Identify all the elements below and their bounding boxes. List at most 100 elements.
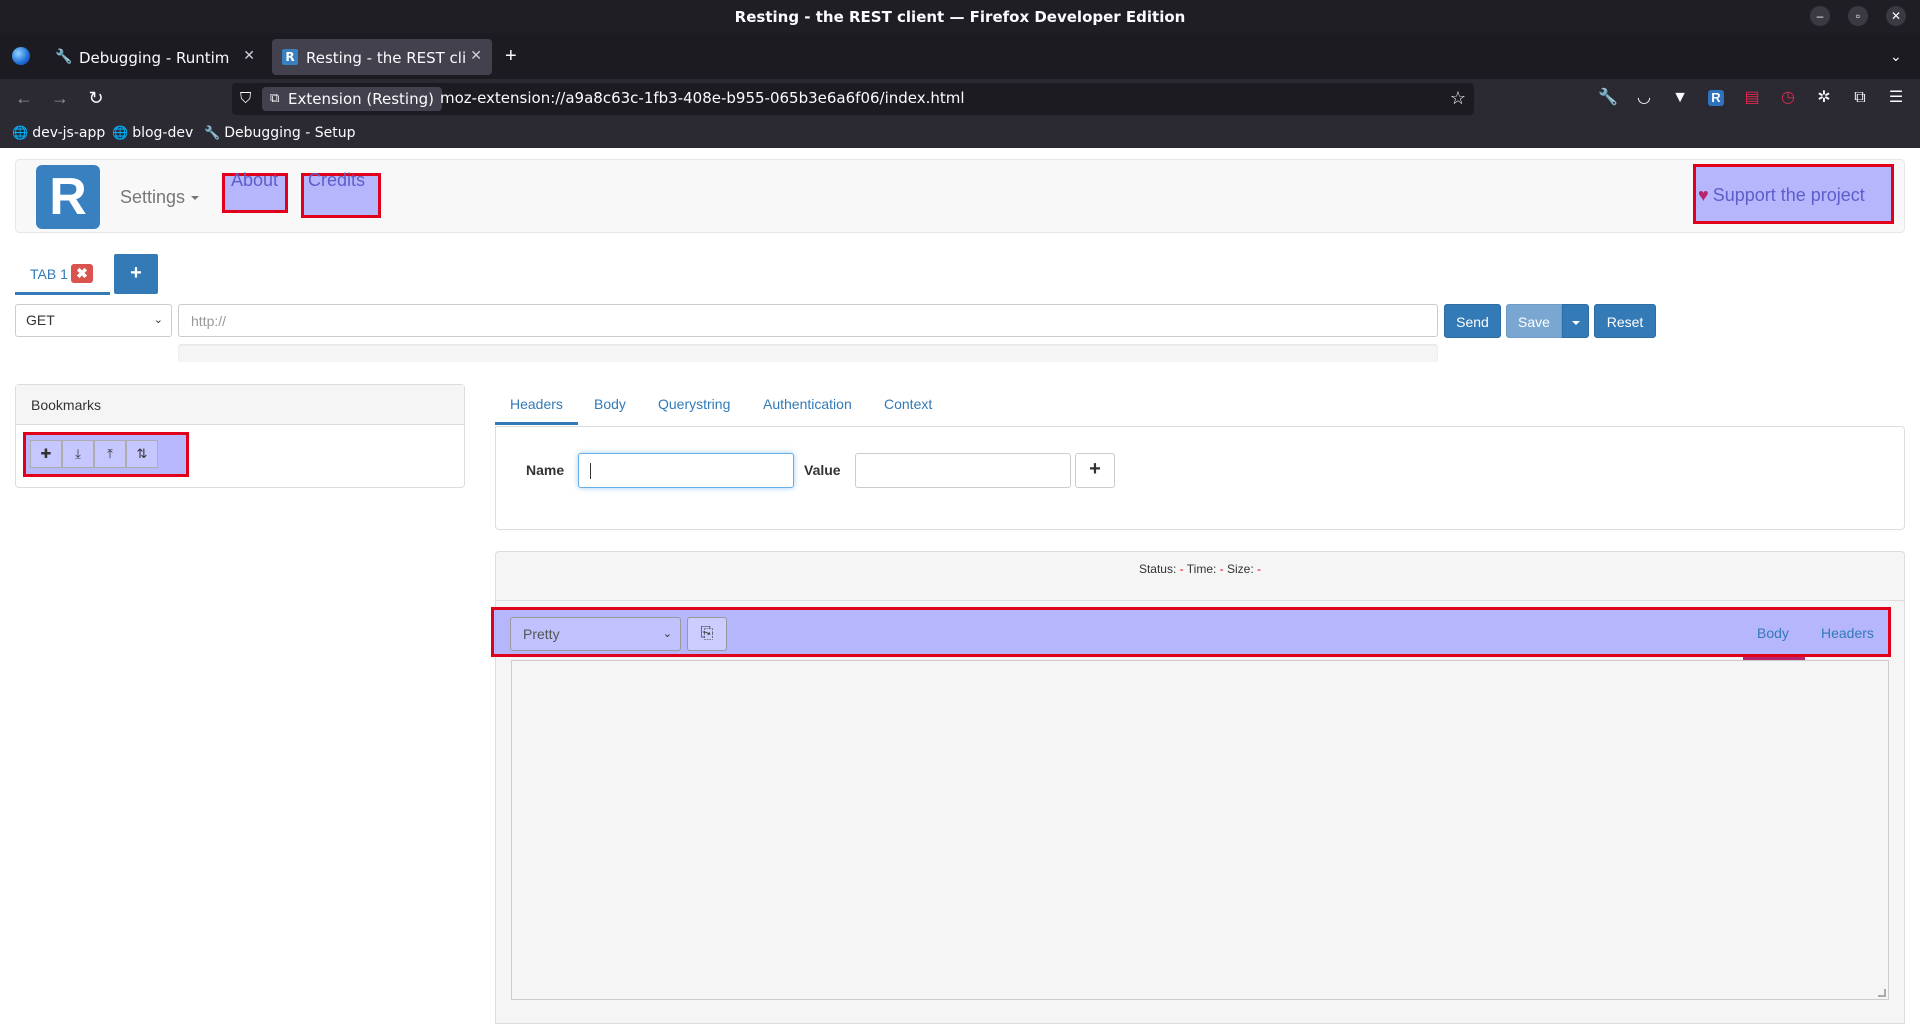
tab-authentication[interactable]: Authentication (763, 384, 852, 426)
close-tab-icon[interactable]: ✕ (470, 48, 482, 64)
settings-dropdown[interactable]: Settings (120, 160, 200, 234)
back-arrow-icon[interactable]: ← (14, 89, 34, 107)
bookmark-debugging-setup[interactable]: 🔧 Debugging - Setup (204, 125, 355, 141)
bookmark-star-icon[interactable]: ☆ (1450, 88, 1466, 109)
response-body-textarea[interactable] (511, 660, 1889, 1000)
close-window-button[interactable]: ✕ (1886, 6, 1906, 26)
send-button[interactable]: Send (1444, 304, 1501, 338)
chevron-down-icon: ⌄ (662, 628, 672, 640)
reset-button[interactable]: Reset (1594, 304, 1656, 338)
window-titlebar: Resting - the REST client — Firefox Deve… (0, 0, 1920, 33)
add-bookmark-icon[interactable]: ✚ (30, 440, 62, 468)
text-cursor (590, 463, 591, 479)
pocket-icon[interactable]: ◡ (1634, 88, 1654, 108)
extension-v-icon[interactable]: ▼ (1670, 88, 1690, 108)
format-value: Pretty (523, 626, 560, 642)
header-value-input[interactable] (855, 453, 1071, 488)
devtools-wrench-icon[interactable]: 🔧 (1598, 88, 1618, 108)
close-tab-icon[interactable]: ✕ (243, 48, 255, 64)
resting-favicon: R (282, 49, 298, 65)
about-link[interactable]: About (231, 143, 278, 217)
puzzle-icon: ⧉ (270, 91, 280, 106)
header-name-input[interactable] (578, 453, 794, 488)
support-project-link[interactable]: ♥ Support the project (1698, 158, 1865, 232)
clock-icon[interactable]: ◷ (1778, 88, 1798, 108)
caret-down-icon (1571, 321, 1580, 326)
header-name-label: Name (526, 462, 565, 478)
forward-arrow-icon[interactable]: → (50, 89, 70, 107)
status-value: - (1179, 562, 1184, 576)
response-tab-headers[interactable]: Headers (1821, 607, 1874, 657)
resting-logo[interactable]: R (36, 165, 100, 229)
credits-link[interactable]: Credits (308, 143, 365, 217)
tab-querystring[interactable]: Querystring (658, 384, 730, 426)
import-icon[interactable]: ⤓ (62, 440, 94, 468)
add-header-button[interactable]: + (1075, 453, 1115, 488)
browser-tab-resting[interactable]: R Resting - the REST client ✕ (272, 39, 492, 75)
extensions-icon[interactable]: ⧉ (1850, 88, 1870, 108)
resting-app: R Settings About Credits ♥ Support the pr… (0, 148, 1920, 1024)
url-bar[interactable]: ⛉ ⧉ Extension (Resting) moz-extension://… (232, 83, 1474, 115)
reload-icon[interactable]: ↻ (86, 89, 106, 107)
tab-context[interactable]: Context (884, 384, 932, 426)
size-value: - (1257, 562, 1262, 576)
active-tab-indicator (495, 422, 578, 425)
resting-extension-icon[interactable]: R (1708, 90, 1724, 106)
close-request-tab-icon[interactable]: ✖ (71, 264, 93, 283)
bookmark-blog-dev[interactable]: 🌐 blog-dev (112, 125, 193, 141)
url-text[interactable]: moz-extension://a9a8c63c-1fb3-408e-b955-… (440, 89, 965, 107)
restore-button[interactable]: ▫ (1848, 6, 1868, 26)
new-tab-button[interactable]: + (505, 46, 517, 66)
shield-icon[interactable]: ⛉ (240, 90, 256, 108)
sort-icon[interactable]: ⇅ (126, 440, 158, 468)
tab-label: Resting - the REST client (306, 49, 466, 67)
export-icon[interactable]: ⤒ (94, 440, 126, 468)
bookmarks-title: Bookmarks (16, 385, 464, 425)
tab-label: Debugging - Runtime / th (79, 49, 229, 67)
puzzle-extension-icon[interactable]: ✲ (1814, 88, 1834, 108)
browser-tab-bar: 🔧 Debugging - Runtime / th ✕ R Resting -… (0, 33, 1920, 79)
method-select[interactable]: GET ⌄ (15, 304, 172, 337)
chevron-down-icon: ⌄ (153, 314, 163, 326)
resize-handle-icon[interactable] (1878, 989, 1886, 997)
bookmarks-tools: ✚ ⤓ ⤒ ⇅ (20, 429, 188, 474)
bookmark-dev-js-app[interactable]: 🌐 dev-js-app (12, 125, 105, 141)
list-all-tabs-chevron-icon[interactable]: ⌄ (1890, 48, 1902, 65)
extension-label: Extension (Resting) (288, 90, 434, 108)
extension-identity-chip[interactable]: ⧉ Extension (Resting) (262, 87, 442, 111)
copy-icon[interactable]: ⎘ (687, 617, 727, 651)
save-button[interactable]: Save (1506, 304, 1562, 338)
size-label: Size: (1227, 562, 1254, 576)
settings-label: Settings (120, 187, 186, 207)
globe-icon: 🌐 (112, 126, 129, 141)
time-value: - (1219, 562, 1224, 576)
hamburger-menu-icon[interactable]: ☰ (1886, 88, 1906, 108)
red-extension-icon[interactable]: ▤ (1742, 88, 1762, 108)
add-tab-button[interactable]: + (114, 254, 158, 294)
wrench-icon: 🔧 (55, 49, 73, 65)
method-value: GET (26, 312, 55, 328)
bookmark-label: blog-dev (132, 125, 194, 141)
request-tab-1[interactable]: TAB 1 ✖ (15, 253, 110, 295)
save-options-dropdown[interactable] (1562, 304, 1589, 338)
support-label: Support the project (1712, 185, 1865, 205)
caret-down-icon (191, 196, 200, 201)
bookmark-label: Debugging - Setup (224, 125, 356, 141)
window-title: Resting - the REST client — Firefox Deve… (734, 8, 1186, 26)
bookmark-label: dev-js-app (32, 125, 106, 141)
request-url-input[interactable]: http:// (178, 304, 1438, 337)
tab-headers[interactable]: Headers (510, 384, 563, 426)
wrench-icon: 🔧 (204, 126, 221, 141)
status-label: Status: (1138, 562, 1177, 576)
header-value-label: Value (804, 462, 841, 478)
firefox-logo-icon[interactable] (12, 47, 30, 65)
tab-body[interactable]: Body (594, 384, 626, 426)
bookmarks-toolbar: 🌐 dev-js-app 🌐 blog-dev 🔧 Debugging - Setup (0, 119, 1920, 148)
request-progress-bar (178, 344, 1438, 362)
browser-tab-debugging[interactable]: 🔧 Debugging - Runtime / th ✕ (45, 39, 265, 75)
minimize-button[interactable]: – (1810, 6, 1830, 26)
request-tab-label: TAB 1 (30, 266, 68, 282)
format-select[interactable]: Pretty ⌄ (510, 617, 681, 651)
response-tab-body[interactable]: Body (1757, 607, 1789, 657)
time-label: Time: (1186, 562, 1217, 576)
